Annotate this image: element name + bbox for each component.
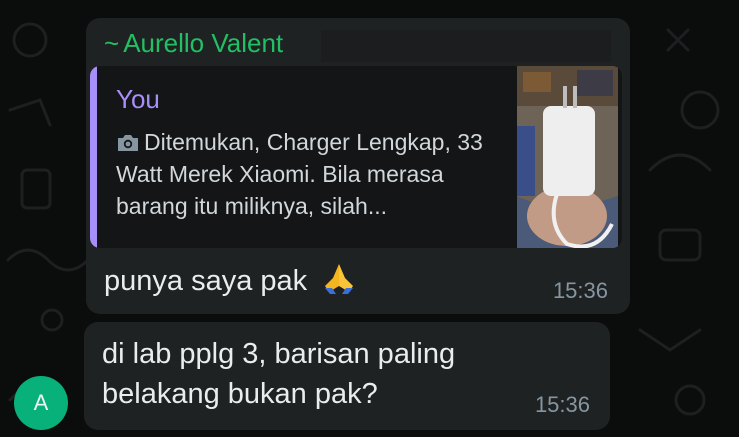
folded-hands-icon bbox=[325, 264, 354, 294]
charger-photo-thumbnail[interactable] bbox=[517, 66, 618, 248]
redacted-area bbox=[321, 30, 611, 62]
sender-name-text: Aurello Valent bbox=[123, 28, 284, 58]
quote-text: Ditemukan, Charger Lengkap, 33 Watt Mere… bbox=[116, 129, 483, 219]
message-text: punya saya pak bbox=[104, 260, 357, 298]
message-text-content: punya saya pak bbox=[104, 265, 308, 297]
quote-text-container: Ditemukan, Charger Lengkap, 33 Watt Mere… bbox=[116, 126, 496, 222]
message-bubble[interactable]: di lab pplg 3, barisan paling belakang b… bbox=[84, 322, 610, 430]
message-bubble-reply[interactable]: ~ Aurello Valent You Ditemukan, Charger L… bbox=[86, 18, 630, 314]
quote-author: You bbox=[116, 84, 160, 114]
quote-accent-bar bbox=[90, 66, 97, 248]
sender-name[interactable]: ~ Aurello Valent bbox=[104, 28, 283, 59]
message-time: 15:36 bbox=[534, 392, 590, 417]
message-time: 15:36 bbox=[552, 278, 608, 303]
message-text: di lab pplg 3, barisan paling belakang b… bbox=[102, 338, 456, 410]
camera-icon bbox=[118, 135, 138, 151]
sender-prefix: ~ bbox=[104, 28, 120, 58]
quoted-message[interactable]: You Ditemukan, Charger Lengkap, 33 Watt … bbox=[90, 66, 622, 248]
avatar[interactable]: A bbox=[14, 376, 68, 430]
